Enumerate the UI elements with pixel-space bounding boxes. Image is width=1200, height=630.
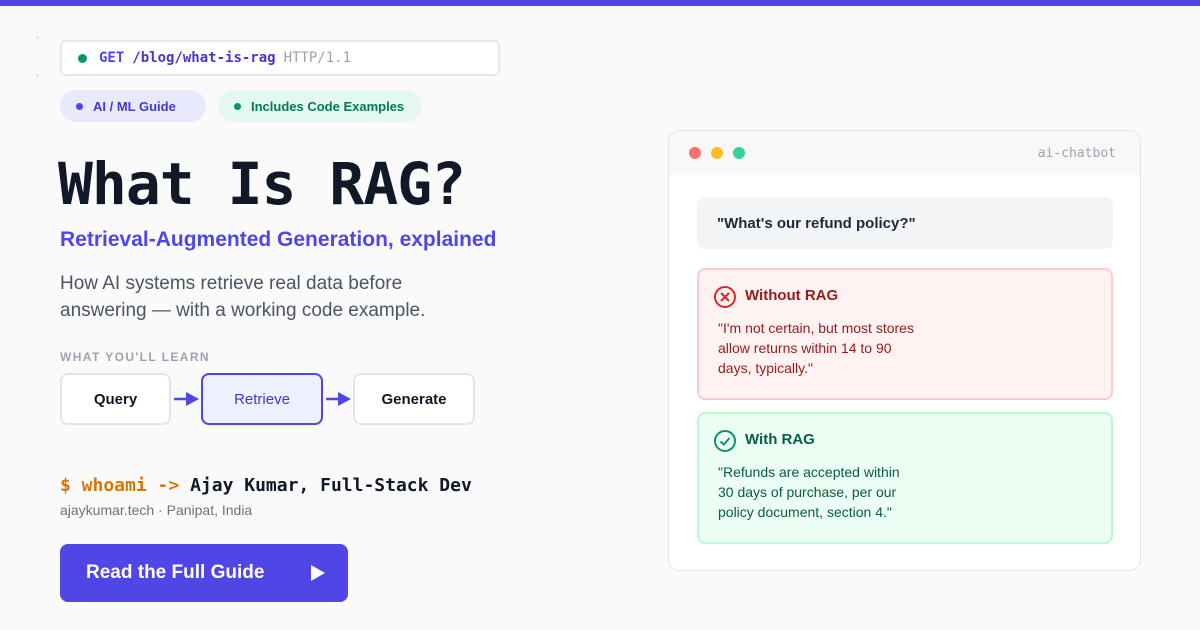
author-site: ajaykumar.tech · Panipat, India: [60, 502, 253, 518]
read-guide-button[interactable]: Read the Full Guide: [60, 544, 348, 602]
page-title: What Is RAG?: [58, 150, 466, 218]
chatbot-window: ai-chatbot "What's our refund policy?" W…: [668, 130, 1141, 571]
top-accent-bar: [0, 0, 1200, 6]
tag-ai-ml-guide: AI / ML Guide: [60, 90, 206, 122]
page-description: How AI systems retrieve real data before…: [60, 273, 426, 321]
window-minimize-dot: [711, 147, 723, 159]
status-dot: [78, 53, 87, 63]
with-rag-answer: "Refunds are accepted within 30 days of …: [718, 464, 900, 520]
page-subtitle: Retrieval-Augmented Generation, explaine…: [60, 228, 497, 251]
user-question: "What's our refund policy?": [697, 197, 1113, 249]
http-path: /blog/what-is-rag: [132, 50, 276, 66]
check-circle-icon: [714, 430, 736, 452]
author-whoami: $ whoami -> Ajay Kumar, Full-Stack Dev: [60, 475, 472, 496]
with-rag-title: With RAG: [745, 431, 815, 448]
window-title: ai-chatbot: [1037, 146, 1116, 161]
tag-dot: [234, 102, 241, 110]
step-generate: Generate: [353, 373, 475, 425]
tag-dot: [76, 102, 83, 110]
author-name: Ajay Kumar, Full-Stack Dev: [190, 475, 472, 496]
read-guide-label: Read the Full Guide: [86, 562, 265, 583]
tag-includes-code: Includes Code Examples: [218, 90, 422, 122]
arrow-right-icon: [174, 392, 199, 406]
arrow-right-icon: [326, 392, 351, 406]
http-request-line: GET /blog/what-is-rag HTTP/1.1: [60, 40, 500, 76]
answer-with-rag: With RAG "Refunds are accepted within 30…: [697, 412, 1113, 544]
tag-label: AI / ML Guide: [93, 98, 176, 114]
step-query: Query: [60, 373, 171, 425]
http-method: GET: [99, 50, 125, 66]
window-close-dot: [689, 147, 701, 159]
play-icon: [311, 565, 325, 581]
whoami-prompt: $ whoami ->: [60, 475, 180, 496]
tag-label: Includes Code Examples: [251, 98, 405, 114]
window-maximize-dot: [733, 147, 745, 159]
step-retrieve: Retrieve: [201, 373, 323, 425]
window-titlebar: ai-chatbot: [669, 131, 1140, 175]
decorative-dots: [36, 36, 50, 86]
without-rag-answer: "I'm not certain, but most stores allow …: [718, 320, 914, 376]
without-rag-title: Without RAG: [745, 287, 839, 304]
http-protocol: HTTP/1.1: [283, 50, 352, 66]
answer-without-rag: Without RAG "I'm not certain, but most s…: [697, 268, 1113, 400]
learn-section-label: WHAT YOU'LL LEARN: [60, 350, 210, 364]
error-x-icon: [714, 286, 736, 308]
